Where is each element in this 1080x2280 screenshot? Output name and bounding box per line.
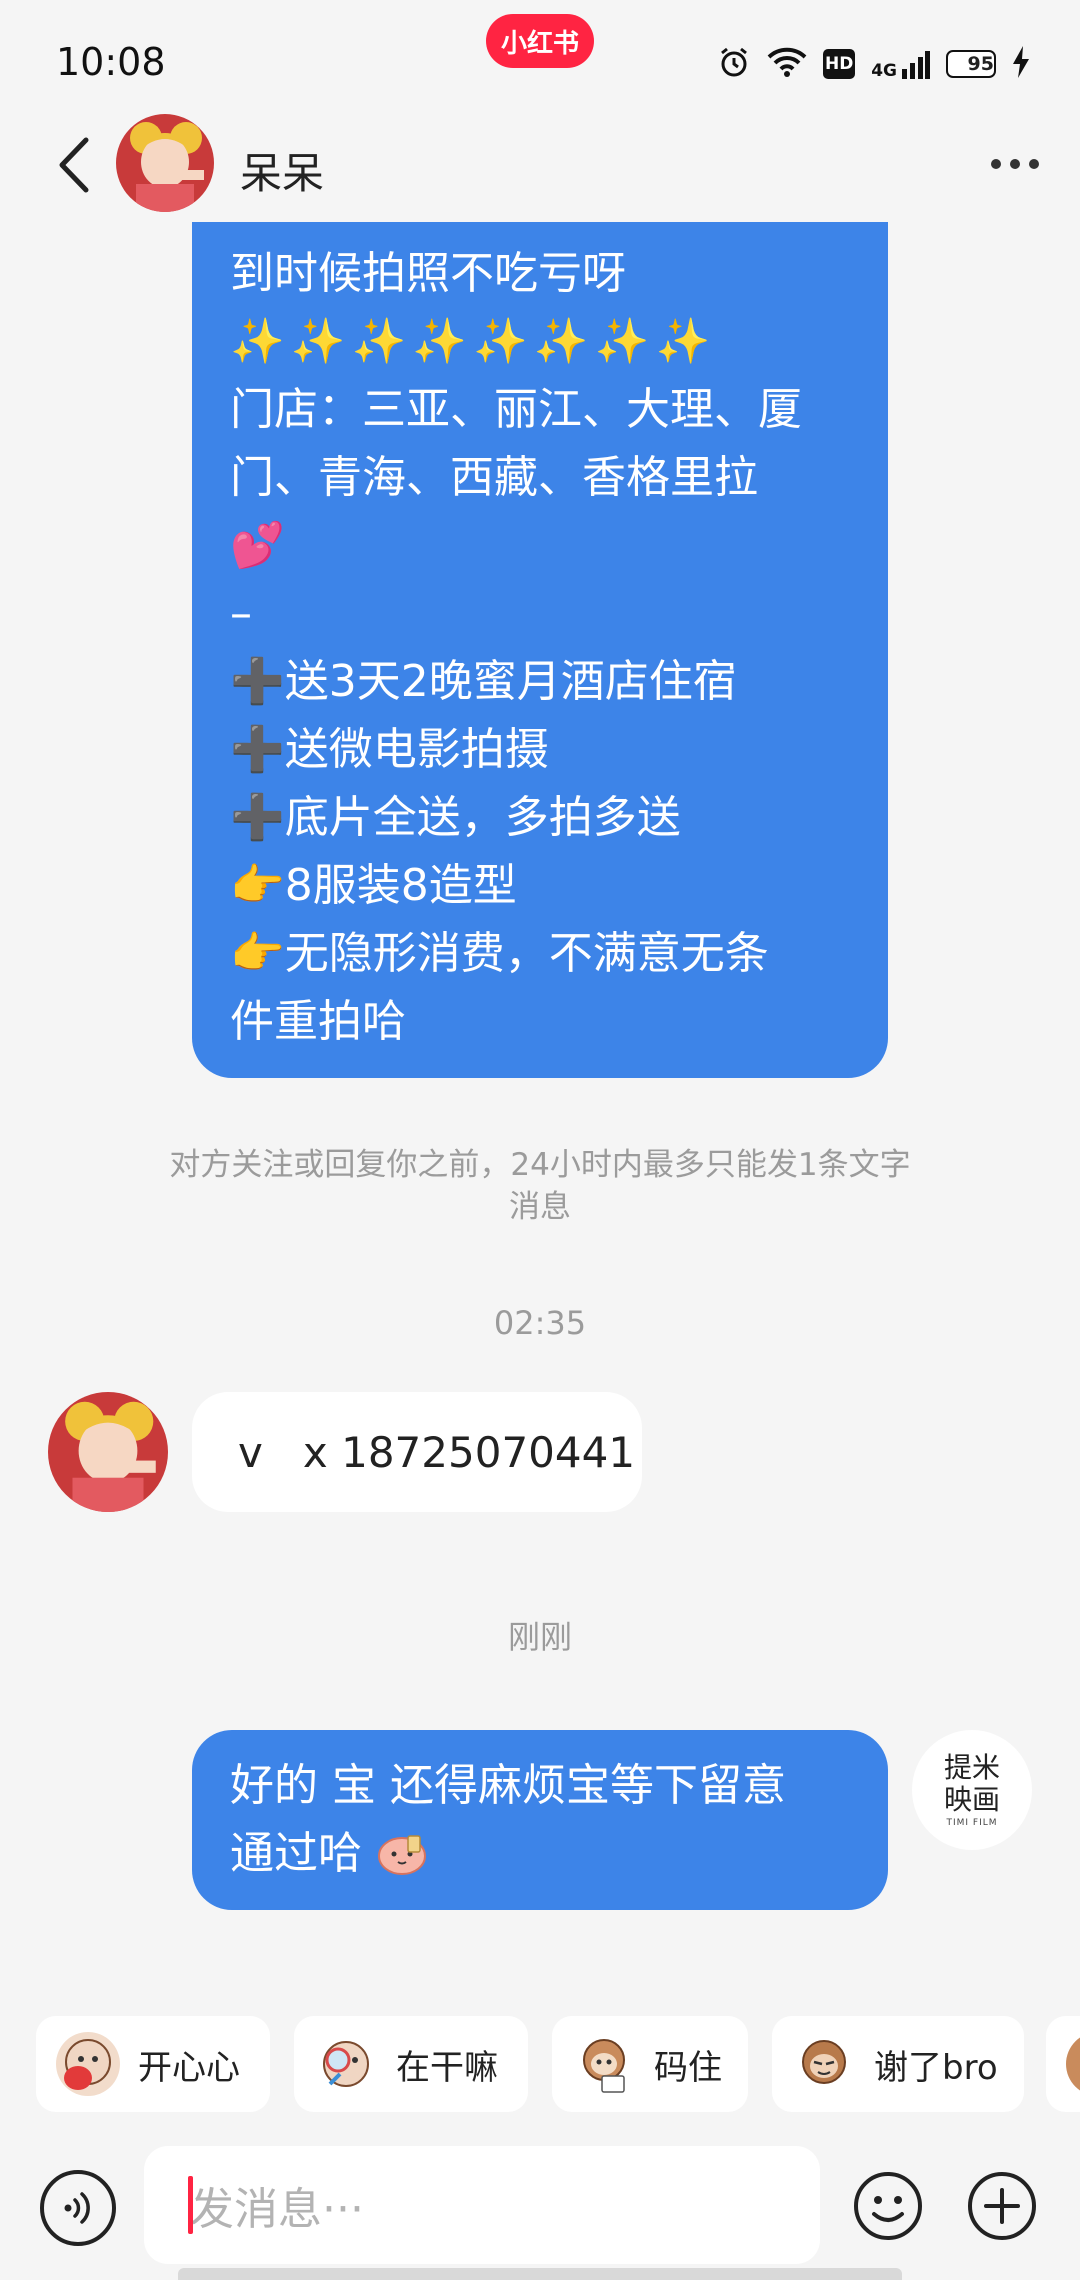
message-input-bar: 发消息··· xyxy=(0,2126,1080,2280)
message-line: 件重拍哈 xyxy=(230,996,406,1047)
more-actions-button[interactable] xyxy=(966,2170,1038,2242)
sticker-chip[interactable]: 码住 xyxy=(552,2016,748,2112)
timestamp: 02:35 xyxy=(493,1304,587,1342)
note-monkey-sticker-icon xyxy=(572,2032,636,2096)
sticker-label: 谢了bro xyxy=(874,2047,998,2088)
magnifier-monkey-sticker-icon xyxy=(314,2032,378,2096)
message-input-placeholder: 发消息··· xyxy=(190,2184,364,2235)
notice-line: 消息 xyxy=(509,1189,571,1225)
voice-icon xyxy=(64,2192,90,2224)
happy-monkey-sticker-icon xyxy=(56,2032,120,2096)
logo-text: 提米 xyxy=(943,1751,1000,1784)
message-line: ➕底片全送，多拍多送 xyxy=(230,792,681,843)
sticker-label: 开心心 xyxy=(138,2047,240,2088)
monkey-sticker-icon xyxy=(1066,2032,1080,2096)
sticker-suggestion-bar: 开心心 在干嘛 码住 谢了bro xyxy=(0,1978,1080,2114)
chevron-left-icon xyxy=(59,137,89,193)
status-icons: HD 4G 95 xyxy=(717,44,1030,84)
notice-line: 对方关注或回复你之前，24小时内最多只能发1条文字 xyxy=(169,1147,911,1183)
sticker-chip[interactable]: 在干嘛 xyxy=(294,2016,528,2112)
alarm-icon xyxy=(717,45,751,83)
back-button[interactable] xyxy=(44,130,104,200)
message-line: 到时候拍照不吃亏呀 xyxy=(230,248,626,299)
peach-emoji-icon xyxy=(378,1835,426,1875)
logo-text: TIMI FILM xyxy=(946,1818,998,1828)
plus-icon xyxy=(968,2172,1036,2240)
self-avatar[interactable]: 提米 映画 TIMI FILM xyxy=(912,1730,1032,1850)
home-indicator[interactable] xyxy=(178,2268,902,2280)
message-line: 好的 宝 还得麻烦宝等下留意 xyxy=(230,1760,786,1811)
message-line: ➕送微电影拍摄 xyxy=(230,724,549,775)
message-line: 门店：三亚、丽江、大理、厦 xyxy=(230,384,802,435)
message-line: – xyxy=(230,588,252,639)
smiley-icon xyxy=(854,2172,922,2240)
sent-message-reply[interactable]: 好的 宝 还得麻烦宝等下留意 通过哈 xyxy=(192,1730,888,1910)
messaging-limit-notice: 对方关注或回复你之前，24小时内最多只能发1条文字 消息 xyxy=(110,1144,970,1228)
battery-level: 95 xyxy=(967,53,994,75)
more-dot xyxy=(1029,159,1039,169)
contact-avatar[interactable] xyxy=(116,114,214,212)
chat-screen: 10:08 小红书 HD 4G 95 呆呆 到时候拍照不吃亏呀 ✨✨✨✨✨✨✨✨… xyxy=(0,0,1080,2280)
emoji-button[interactable] xyxy=(852,2170,924,2242)
status-time: 10:08 xyxy=(56,40,166,84)
chat-header: 呆呆 xyxy=(0,110,1080,222)
network-label: 4G xyxy=(871,61,897,81)
message-line: 💕 xyxy=(230,520,285,571)
more-options-button[interactable] xyxy=(980,134,1050,194)
sticker-chip[interactable] xyxy=(1046,2016,1080,2112)
sticker-label: 码住 xyxy=(654,2047,722,2088)
more-dot xyxy=(991,159,1001,169)
text-caret xyxy=(188,2176,193,2234)
sticker-chip[interactable]: 谢了bro xyxy=(772,2016,1024,2112)
charging-icon xyxy=(1012,46,1030,82)
contact-avatar[interactable] xyxy=(48,1392,168,1512)
status-bar: 10:08 小红书 HD 4G 95 xyxy=(0,0,1080,110)
battery-indicator: 95 xyxy=(946,50,996,78)
hd-badge: HD xyxy=(823,49,856,79)
contact-name[interactable]: 呆呆 xyxy=(240,140,324,201)
sticker-label: 在干嘛 xyxy=(396,2047,498,2088)
wifi-icon xyxy=(767,46,807,82)
message-line: 门、青海、西藏、香格里拉 xyxy=(230,452,758,503)
message-line: 👉8服装8造型 xyxy=(230,860,517,911)
message-input[interactable]: 发消息··· xyxy=(144,2146,820,2264)
message-line-with-sticker: 通过哈 xyxy=(230,1820,850,1888)
voice-input-button[interactable] xyxy=(40,2170,116,2246)
message-line: ➕送3天2晚蜜月酒店住宿 xyxy=(230,656,737,707)
message-line: 通过哈 xyxy=(230,1828,362,1879)
app-badge: 小红书 xyxy=(486,14,594,68)
signal-icon: 4G xyxy=(871,49,930,81)
received-message[interactable]: v x 18725070441 xyxy=(192,1392,642,1512)
message-line: 👉无隐形消费，不满意无条 xyxy=(230,928,769,979)
more-dot xyxy=(1010,159,1020,169)
logo-text: 映画 xyxy=(943,1783,1000,1816)
sent-message-promo[interactable]: 到时候拍照不吃亏呀 ✨✨✨✨✨✨✨✨ 门店：三亚、丽江、大理、厦 门、青海、西藏… xyxy=(192,150,888,1078)
thanks-monkey-sticker-icon xyxy=(792,2032,856,2096)
message-line: ✨✨✨✨✨✨✨✨ xyxy=(230,316,717,367)
timestamp: 刚刚 xyxy=(507,1618,572,1656)
sticker-chip[interactable]: 开心心 xyxy=(36,2016,270,2112)
